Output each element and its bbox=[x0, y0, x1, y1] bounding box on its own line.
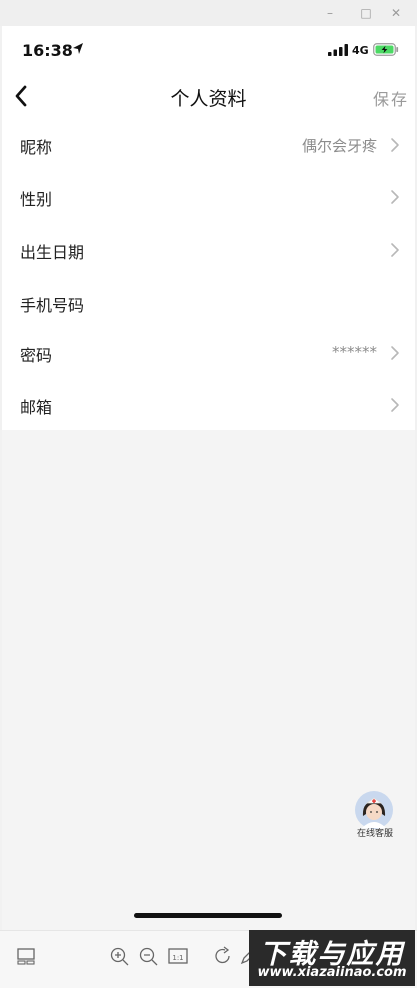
save-button[interactable]: 保存 bbox=[373, 86, 409, 110]
row-email[interactable]: 邮箱 bbox=[2, 380, 415, 430]
thumbnail-icon[interactable] bbox=[15, 945, 37, 967]
chevron-right-icon bbox=[391, 346, 399, 360]
page-title: 个人资料 bbox=[170, 88, 247, 110]
minimize-button[interactable]: – bbox=[320, 4, 340, 22]
row-phone[interactable]: 手机号码 bbox=[2, 278, 415, 328]
chevron-right-icon bbox=[391, 138, 399, 152]
zoom-in-icon[interactable] bbox=[108, 945, 130, 967]
network-type: 4G bbox=[352, 44, 369, 57]
viewer-title-bar: – □ ✕ bbox=[0, 0, 417, 26]
online-service-label: 在线客服 bbox=[356, 829, 393, 839]
phone-screen: 16:38 4G 个人资料 保存 昵称 偶尔会牙疼 性别 出生日期 手机号码 密… bbox=[2, 26, 415, 930]
online-service-button[interactable]: 在线客服 bbox=[352, 790, 398, 846]
nav-bar: 个人资料 保存 bbox=[2, 72, 415, 120]
row-password[interactable]: 密码 ****** bbox=[2, 328, 415, 378]
maximize-button[interactable]: □ bbox=[356, 4, 376, 22]
row-label: 昵称 bbox=[20, 138, 53, 157]
status-time: 16:38 bbox=[22, 41, 73, 60]
row-label: 密码 bbox=[20, 346, 53, 365]
rotate-icon[interactable] bbox=[212, 945, 234, 967]
profile-list: 昵称 偶尔会牙疼 性别 出生日期 手机号码 密码 ****** 邮箱 bbox=[2, 120, 415, 430]
row-label: 出生日期 bbox=[20, 243, 85, 262]
row-birthday[interactable]: 出生日期 bbox=[2, 225, 415, 275]
watermark-url: www.xiazaiinao.com bbox=[257, 965, 407, 980]
home-indicator[interactable] bbox=[134, 913, 282, 918]
watermark: 下载与应用 www.xiazaiinao.com bbox=[249, 930, 415, 986]
close-window-button[interactable]: ✕ bbox=[386, 4, 406, 22]
signal-icon bbox=[328, 44, 348, 56]
actual-size-label: 1:1 bbox=[172, 954, 183, 962]
actual-size-icon[interactable]: 1:1 bbox=[167, 945, 189, 967]
row-nickname[interactable]: 昵称 偶尔会牙疼 bbox=[2, 120, 415, 170]
chevron-right-icon bbox=[391, 190, 399, 204]
nurse-avatar-icon bbox=[355, 791, 393, 829]
row-gender[interactable]: 性别 bbox=[2, 172, 415, 222]
row-value: 偶尔会牙疼 bbox=[301, 137, 377, 155]
row-label: 手机号码 bbox=[20, 296, 85, 315]
row-label: 邮箱 bbox=[20, 398, 53, 417]
battery-charging-icon bbox=[373, 43, 399, 56]
status-bar: 16:38 4G bbox=[2, 26, 415, 72]
chevron-right-icon bbox=[391, 243, 399, 257]
location-arrow-icon bbox=[73, 43, 83, 54]
row-label: 性别 bbox=[20, 190, 53, 209]
row-value: ****** bbox=[332, 343, 377, 361]
zoom-out-icon[interactable] bbox=[137, 945, 159, 967]
chevron-right-icon bbox=[391, 398, 399, 412]
